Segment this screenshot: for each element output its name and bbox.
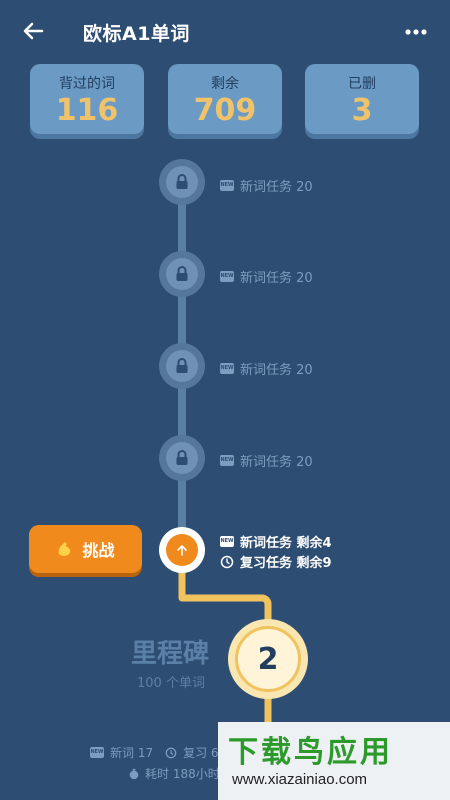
watermark-url: www.xiazainiao.com xyxy=(232,771,368,788)
current-new-task: NEW 新词任务 剩余4 xyxy=(220,532,332,551)
new-tag-icon: NEW xyxy=(90,747,104,758)
new-task-text: 新词任务 剩余4 xyxy=(240,536,332,551)
bottom-new-words: 新词 17 xyxy=(110,746,154,760)
current-review-task: 复习任务 剩余9 xyxy=(220,552,332,571)
bottom-time: 耗时 188小时 xyxy=(128,765,220,782)
milestone-path xyxy=(178,572,272,722)
milestone-subtitle: 100 个单词 xyxy=(137,676,205,691)
watermark-title: 下载鸟应用 xyxy=(228,735,393,770)
new-tag-icon: NEW xyxy=(220,536,234,547)
bottom-stats: NEW 新词 17 复习 6 xyxy=(90,744,219,761)
review-task-text: 复习任务 剩余9 xyxy=(240,556,332,571)
milestone-number: 2 xyxy=(235,626,301,692)
challenge-label: 挑战 xyxy=(82,541,115,560)
milestone-badge[interactable]: 2 xyxy=(228,619,308,699)
stopwatch-icon xyxy=(129,768,139,779)
time-spent: 耗时 188小时 xyxy=(145,767,220,781)
milestone-title: 里程碑 xyxy=(131,639,210,669)
arrow-up-icon xyxy=(177,545,187,556)
challenge-button[interactable]: 挑战 xyxy=(29,525,142,573)
history-clock-icon xyxy=(220,555,234,568)
bottom-review: 复习 6 xyxy=(183,746,219,760)
flexed-bicep-icon xyxy=(59,542,71,556)
history-clock-icon xyxy=(165,747,177,758)
current-node[interactable] xyxy=(159,527,205,573)
